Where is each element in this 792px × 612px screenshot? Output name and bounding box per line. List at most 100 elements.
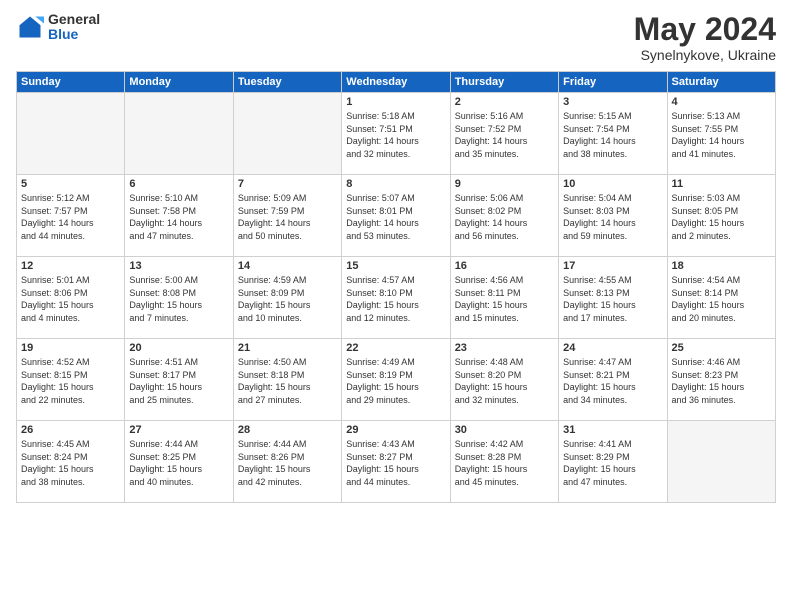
day-info: Sunrise: 4:49 AM Sunset: 8:19 PM Dayligh… (346, 356, 445, 406)
day-info: Sunrise: 4:43 AM Sunset: 8:27 PM Dayligh… (346, 438, 445, 488)
table-row: 31Sunrise: 4:41 AM Sunset: 8:29 PM Dayli… (559, 421, 667, 503)
day-info: Sunrise: 4:42 AM Sunset: 8:28 PM Dayligh… (455, 438, 554, 488)
day-number: 24 (563, 342, 662, 354)
day-info: Sunrise: 5:16 AM Sunset: 7:52 PM Dayligh… (455, 110, 554, 160)
header-monday: Monday (125, 72, 233, 93)
day-number: 17 (563, 260, 662, 272)
day-number: 3 (563, 96, 662, 108)
day-number: 14 (238, 260, 337, 272)
day-number: 9 (455, 178, 554, 190)
table-row: 19Sunrise: 4:52 AM Sunset: 8:15 PM Dayli… (17, 339, 125, 421)
day-number: 25 (672, 342, 771, 354)
table-row (667, 421, 775, 503)
day-number: 5 (21, 178, 120, 190)
table-row: 14Sunrise: 4:59 AM Sunset: 8:09 PM Dayli… (233, 257, 341, 339)
day-info: Sunrise: 5:01 AM Sunset: 8:06 PM Dayligh… (21, 274, 120, 324)
day-info: Sunrise: 5:07 AM Sunset: 8:01 PM Dayligh… (346, 192, 445, 242)
table-row: 10Sunrise: 5:04 AM Sunset: 8:03 PM Dayli… (559, 175, 667, 257)
table-row: 27 Sunrise: 4:44 AM Sunset: 8:25 PM Dayli… (125, 421, 233, 503)
day-info: Sunrise: 4:56 AM Sunset: 8:11 PM Dayligh… (455, 274, 554, 324)
day-number: 28 (238, 424, 337, 436)
table-row: 13 Sunrise: 5:00 AM Sunset: 8:08 PM Dayli… (125, 257, 233, 339)
day-number: 1 (346, 96, 445, 108)
header-sunday: Sunday (17, 72, 125, 93)
table-row: 12 Sunrise: 5:01 AM Sunset: 8:06 PM Dayli… (17, 257, 125, 339)
logo-blue-text: Blue (48, 27, 100, 42)
day-info: Sunrise: 4:44 AM Sunset: 8:26 PM Dayligh… (238, 438, 337, 488)
table-row: 24 Sunrise: 4:47 AM Sunset: 8:21 PM Dayli… (559, 339, 667, 421)
logo-general-text: General (48, 12, 100, 27)
table-row: 28 Sunrise: 4:44 AM Sunset: 8:26 PM Dayli… (233, 421, 341, 503)
day-info: Sunrise: 5:10 AM Sunset: 7:58 PM Dayligh… (129, 192, 228, 242)
day-info: Sunrise: 5:03 AM Sunset: 8:05 PM Dayligh… (672, 192, 771, 242)
day-number: 8 (346, 178, 445, 190)
day-info: Sunrise: 4:57 AM Sunset: 8:10 PM Dayligh… (346, 274, 445, 324)
title-block: May 2024 Synelnykove, Ukraine (634, 12, 776, 63)
table-row: 9 Sunrise: 5:06 AM Sunset: 8:02 PM Daylig… (450, 175, 558, 257)
calendar-week-row: 1 Sunrise: 5:18 AM Sunset: 7:51 PM Daylig… (17, 93, 776, 175)
day-info: Sunrise: 4:55 AM Sunset: 8:13 PM Dayligh… (563, 274, 662, 324)
table-row: 3Sunrise: 5:15 AM Sunset: 7:54 PM Daylig… (559, 93, 667, 175)
logo-icon (16, 13, 44, 41)
day-number: 20 (129, 342, 228, 354)
table-row: 22 Sunrise: 4:49 AM Sunset: 8:19 PM Dayli… (342, 339, 450, 421)
day-number: 30 (455, 424, 554, 436)
day-info: Sunrise: 5:09 AM Sunset: 7:59 PM Dayligh… (238, 192, 337, 242)
table-row: 23Sunrise: 4:48 AM Sunset: 8:20 PM Dayli… (450, 339, 558, 421)
header-thursday: Thursday (450, 72, 558, 93)
day-info: Sunrise: 4:54 AM Sunset: 8:14 PM Dayligh… (672, 274, 771, 324)
table-row: 6Sunrise: 5:10 AM Sunset: 7:58 PM Daylig… (125, 175, 233, 257)
day-number: 7 (238, 178, 337, 190)
table-row (233, 93, 341, 175)
day-info: Sunrise: 5:18 AM Sunset: 7:51 PM Dayligh… (346, 110, 445, 160)
day-number: 21 (238, 342, 337, 354)
day-number: 4 (672, 96, 771, 108)
day-info: Sunrise: 4:45 AM Sunset: 8:24 PM Dayligh… (21, 438, 120, 488)
day-number: 18 (672, 260, 771, 272)
day-number: 22 (346, 342, 445, 354)
day-info: Sunrise: 4:44 AM Sunset: 8:25 PM Dayligh… (129, 438, 228, 488)
day-number: 23 (455, 342, 554, 354)
day-number: 12 (21, 260, 120, 272)
table-row: 21 Sunrise: 4:50 AM Sunset: 8:18 PM Dayli… (233, 339, 341, 421)
table-row: 25 Sunrise: 4:46 AM Sunset: 8:23 PM Dayli… (667, 339, 775, 421)
calendar-week-row: 26 Sunrise: 4:45 AM Sunset: 8:24 PM Dayli… (17, 421, 776, 503)
table-row: 20 Sunrise: 4:51 AM Sunset: 8:17 PM Dayli… (125, 339, 233, 421)
day-info: Sunrise: 5:12 AM Sunset: 7:57 PM Dayligh… (21, 192, 120, 242)
table-row: 8 Sunrise: 5:07 AM Sunset: 8:01 PM Daylig… (342, 175, 450, 257)
table-row: 30 Sunrise: 4:42 AM Sunset: 8:28 PM Dayli… (450, 421, 558, 503)
day-number: 19 (21, 342, 120, 354)
header-wednesday: Wednesday (342, 72, 450, 93)
logo-text: General Blue (48, 12, 100, 43)
day-number: 13 (129, 260, 228, 272)
logo: General Blue (16, 12, 100, 43)
day-number: 26 (21, 424, 120, 436)
day-number: 29 (346, 424, 445, 436)
day-info: Sunrise: 5:13 AM Sunset: 7:55 PM Dayligh… (672, 110, 771, 160)
table-row: 2Sunrise: 5:16 AM Sunset: 7:52 PM Daylig… (450, 93, 558, 175)
day-info: Sunrise: 5:06 AM Sunset: 8:02 PM Dayligh… (455, 192, 554, 242)
calendar-week-row: 5 Sunrise: 5:12 AM Sunset: 7:57 PM Daylig… (17, 175, 776, 257)
header-friday: Friday (559, 72, 667, 93)
day-info: Sunrise: 5:00 AM Sunset: 8:08 PM Dayligh… (129, 274, 228, 324)
day-number: 15 (346, 260, 445, 272)
day-info: Sunrise: 4:51 AM Sunset: 8:17 PM Dayligh… (129, 356, 228, 406)
day-info: Sunrise: 4:46 AM Sunset: 8:23 PM Dayligh… (672, 356, 771, 406)
table-row: 7 Sunrise: 5:09 AM Sunset: 7:59 PM Daylig… (233, 175, 341, 257)
day-info: Sunrise: 4:47 AM Sunset: 8:21 PM Dayligh… (563, 356, 662, 406)
header-saturday: Saturday (667, 72, 775, 93)
page: General Blue May 2024 Synelnykove, Ukrai… (0, 0, 792, 612)
day-number: 11 (672, 178, 771, 190)
table-row: 29 Sunrise: 4:43 AM Sunset: 8:27 PM Dayli… (342, 421, 450, 503)
month-year: May 2024 (634, 12, 776, 47)
day-number: 10 (563, 178, 662, 190)
day-number: 16 (455, 260, 554, 272)
day-number: 27 (129, 424, 228, 436)
table-row: 1 Sunrise: 5:18 AM Sunset: 7:51 PM Daylig… (342, 93, 450, 175)
table-row: 16 Sunrise: 4:56 AM Sunset: 8:11 PM Dayli… (450, 257, 558, 339)
header-tuesday: Tuesday (233, 72, 341, 93)
day-info: Sunrise: 4:41 AM Sunset: 8:29 PM Dayligh… (563, 438, 662, 488)
calendar-week-row: 19Sunrise: 4:52 AM Sunset: 8:15 PM Dayli… (17, 339, 776, 421)
day-info: Sunrise: 4:50 AM Sunset: 8:18 PM Dayligh… (238, 356, 337, 406)
calendar-table: Sunday Monday Tuesday Wednesday Thursday… (16, 71, 776, 503)
